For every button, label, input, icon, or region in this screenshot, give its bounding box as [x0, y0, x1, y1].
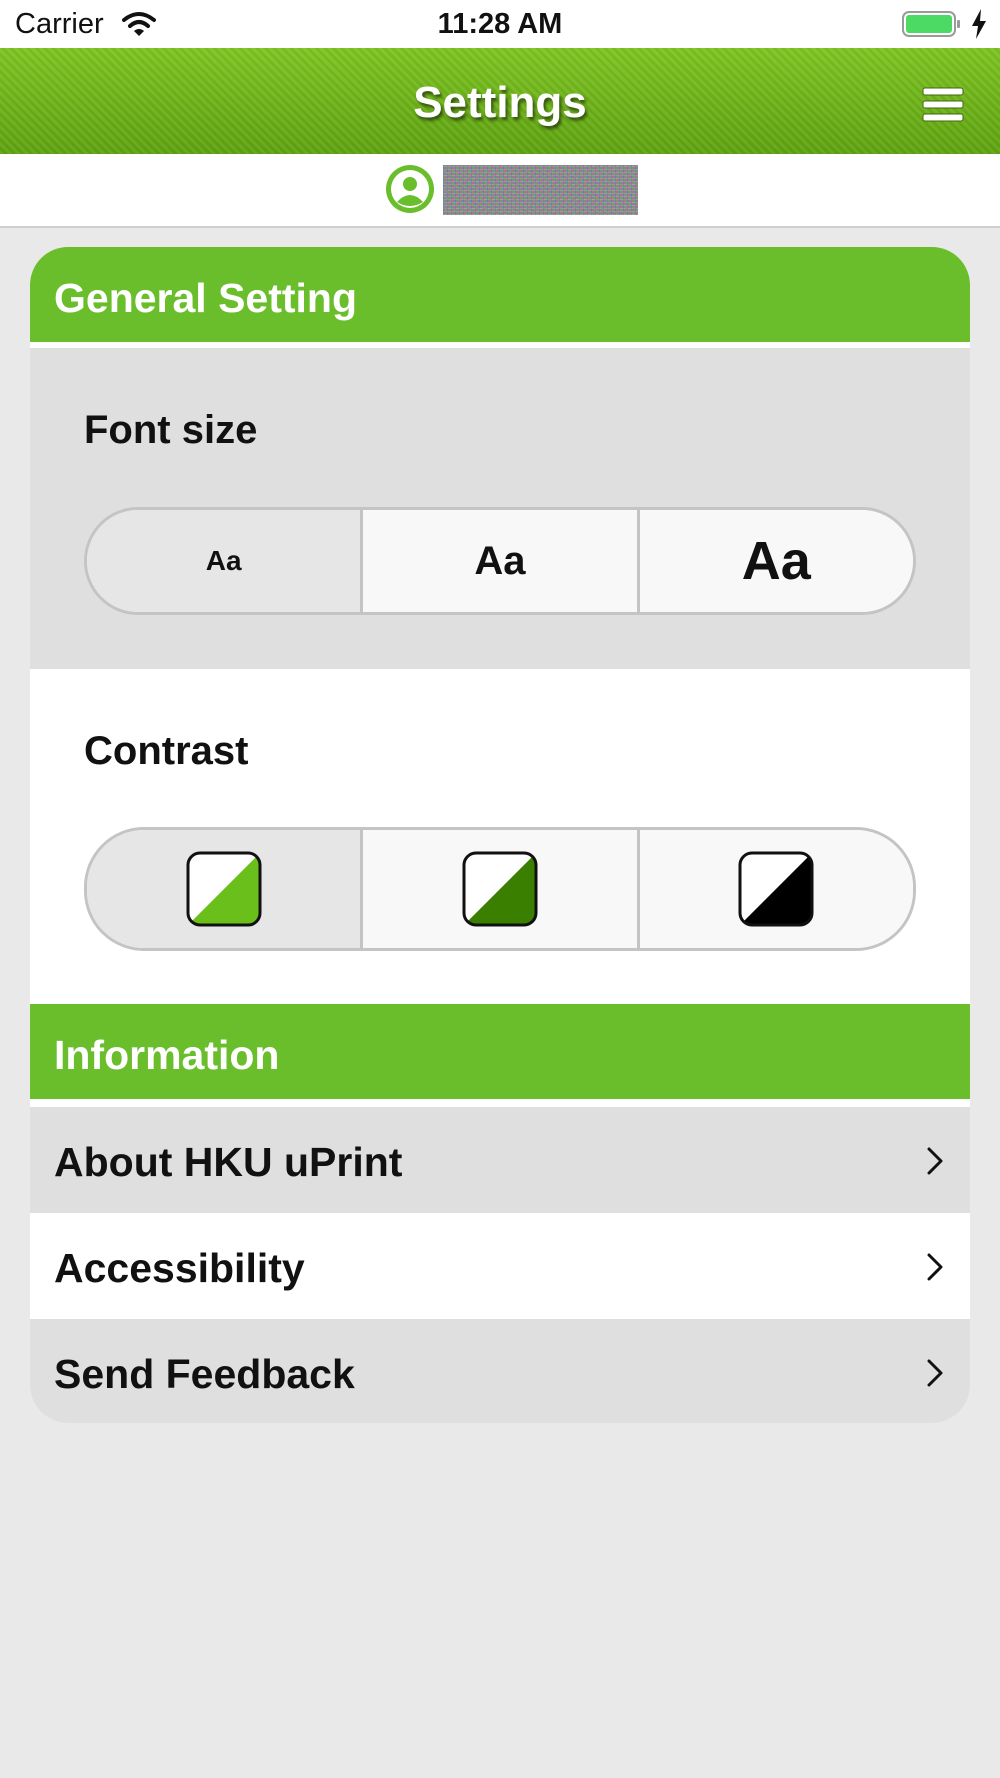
battery-icon	[902, 11, 960, 37]
contrast-black-option[interactable]	[639, 830, 913, 948]
about-hku-uprint-label: About HKU uPrint	[54, 1139, 403, 1185]
user-bar	[0, 154, 1000, 228]
font-size-large-option[interactable]: Aa	[639, 510, 913, 612]
font-size-medium-label: Aa	[474, 538, 526, 583]
status-bar: Carrier 11:28 AM	[0, 0, 1000, 48]
font-size-panel: Font size Aa Aa Aa	[30, 348, 970, 669]
settings-card: General Setting Font size Aa Aa Aa Contr…	[30, 247, 970, 1423]
charging-bolt-icon	[972, 9, 986, 39]
user-circle-icon	[386, 165, 434, 213]
contrast-dark-green-icon	[462, 851, 538, 927]
general-setting-title: General Setting	[54, 275, 358, 321]
font-size-segmented-control: Aa Aa Aa	[84, 507, 916, 615]
contrast-black-icon	[738, 851, 814, 927]
font-size-label: Font size	[84, 408, 258, 452]
font-size-small-option[interactable]: Aa	[87, 510, 364, 612]
chevron-right-icon	[927, 1147, 943, 1175]
general-setting-header: General Setting	[30, 247, 970, 345]
information-title: Information	[54, 1032, 280, 1078]
contrast-light-green-icon	[186, 851, 262, 927]
contrast-panel: Contrast	[30, 669, 970, 1004]
page-title: Settings	[413, 78, 587, 127]
accessibility-label: Accessibility	[54, 1245, 305, 1291]
chevron-right-icon	[927, 1253, 943, 1281]
information-header: Information	[30, 1004, 970, 1102]
contrast-light-green-option[interactable]	[87, 830, 364, 948]
about-hku-uprint-row[interactable]: About HKU uPrint	[30, 1107, 970, 1213]
contrast-segmented-control	[84, 827, 916, 951]
accessibility-row[interactable]: Accessibility	[30, 1213, 970, 1319]
font-size-small-label: Aa	[205, 545, 242, 576]
send-feedback-label: Send Feedback	[54, 1351, 355, 1397]
chevron-right-icon	[927, 1359, 943, 1387]
contrast-dark-green-option[interactable]	[363, 830, 640, 948]
hamburger-menu-icon[interactable]	[922, 86, 964, 124]
user-name-redacted	[443, 165, 638, 215]
font-size-medium-option[interactable]: Aa	[363, 510, 640, 612]
font-size-large-label: Aa	[741, 531, 811, 591]
navigation-bar: Settings	[0, 48, 1000, 154]
contrast-label: Contrast	[84, 729, 249, 773]
status-time: 11:28 AM	[437, 8, 563, 40]
send-feedback-row[interactable]: Send Feedback	[30, 1319, 970, 1423]
